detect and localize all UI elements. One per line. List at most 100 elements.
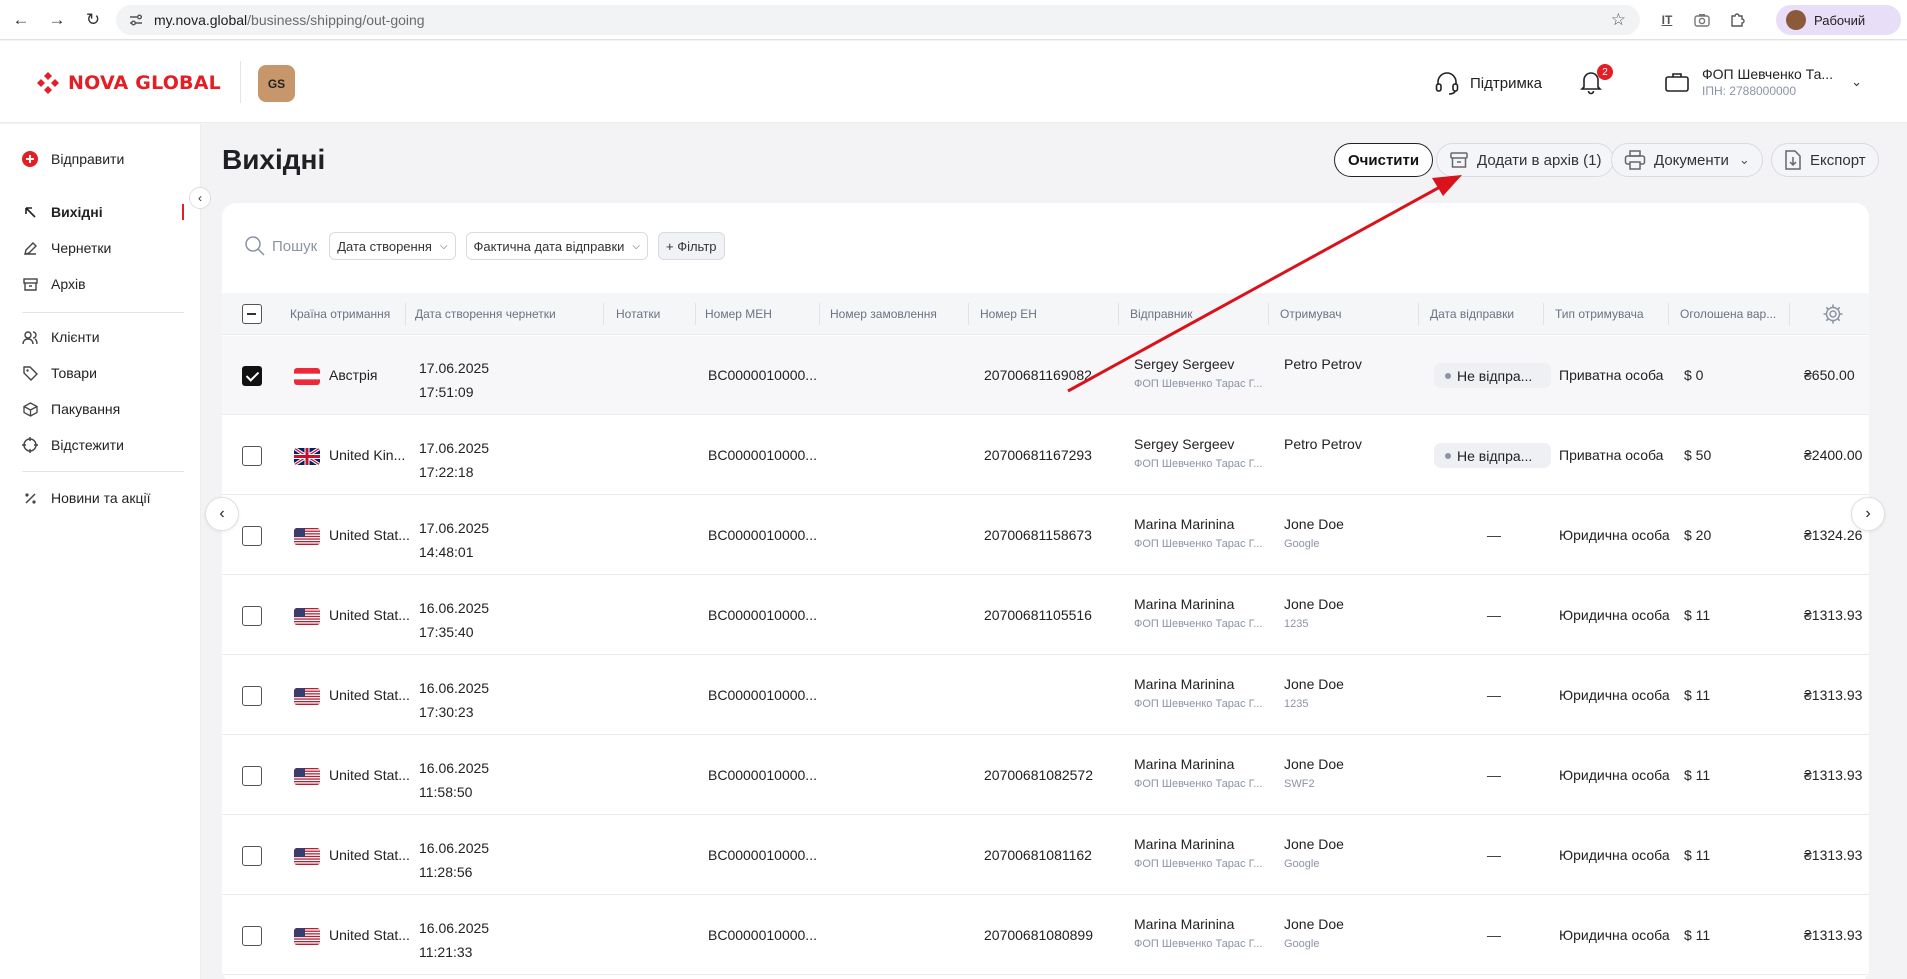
row-checkbox[interactable] [242, 366, 262, 386]
sender-company: ФОП Шевченко Тарас Г... [1134, 858, 1263, 870]
site-settings-icon[interactable] [128, 12, 144, 28]
en-number-cell[interactable]: 20700681105516 [984, 607, 1092, 623]
filter-bar: Пошук Дата створення ⌵ Фактична дата відп… [244, 231, 735, 261]
sidebar-item-track[interactable]: Відстежити [22, 433, 124, 457]
sidebar-item-clients[interactable]: Клієнти [22, 325, 100, 349]
table-row[interactable]: United Kin... 17.06.2025 17:22:18 BC0000010… [222, 416, 1869, 495]
us-flag-icon [294, 608, 320, 625]
recipient-name: Jone Doe [1284, 756, 1344, 772]
sidebar-item-news[interactable]: Новини та акції [22, 486, 150, 510]
add-to-archive-button[interactable]: Додати в архів (1) [1436, 143, 1615, 177]
profile-avatar [1786, 10, 1806, 30]
sidebar-item-products[interactable]: Товари [22, 361, 97, 385]
column-sender[interactable]: Відправник [1130, 293, 1192, 335]
camera-extension-icon[interactable] [1690, 8, 1714, 32]
sidebar-item-drafts[interactable]: Чернетки [22, 236, 111, 260]
created-date-filter[interactable]: Дата створення ⌵ [329, 232, 456, 260]
profile-label: Рабочий [1814, 12, 1866, 28]
recipient-type-cell: Юридична особа [1559, 847, 1670, 863]
us-flag-icon [294, 688, 320, 705]
date-value: 16.06.2025 [419, 840, 490, 856]
column-notes[interactable]: Нотатки [616, 293, 660, 335]
sidebar-item-label: Пакування [51, 401, 121, 417]
en-number-cell[interactable]: 20700681169082 [984, 367, 1092, 383]
column-recipient[interactable]: Отримувач [1280, 293, 1342, 335]
add-filter-button[interactable]: + Фільтр [658, 232, 725, 260]
column-men-number[interactable]: Номер МЕН [705, 293, 772, 335]
nova-global-logo[interactable]: NOVA GLOBAL [36, 71, 221, 95]
sidebar-item-send[interactable]: Відправити [22, 147, 124, 171]
export-button[interactable]: Експорт [1771, 143, 1879, 177]
profile-button[interactable]: Рабочий [1776, 5, 1901, 35]
table-row[interactable]: United Stat... 16.06.2025 11:58:50 BC000001… [222, 736, 1869, 815]
amount-cell: ₴1313.93 [1804, 847, 1863, 863]
row-checkbox[interactable] [242, 846, 262, 866]
gear-icon[interactable] [1822, 303, 1844, 325]
column-en-number[interactable]: Номер ЕН [980, 293, 1037, 335]
table-row[interactable]: United Stat... 16.06.2025 17:30:23 BC000001… [222, 656, 1869, 735]
bookmark-star-icon[interactable]: ☆ [1611, 10, 1626, 30]
collapse-sidebar-button[interactable]: ‹ [189, 187, 211, 209]
column-declared-value[interactable]: Оголошена вар... [1680, 293, 1776, 335]
sidebar-item-outgoing[interactable]: Вихідні [22, 200, 103, 224]
row-checkbox[interactable] [242, 926, 262, 946]
ship-date-cell: — [1487, 527, 1501, 543]
ship-date-cell: — [1487, 927, 1501, 943]
recipient-type-cell: Приватна особа [1559, 367, 1664, 383]
scroll-right-button[interactable]: › [1851, 497, 1885, 531]
sidebar-item-archive[interactable]: Архів [22, 272, 86, 296]
table-row[interactable]: United Stat... 16.06.2025 17:35:40 BC000001… [222, 576, 1869, 655]
support-link[interactable]: Підтримка [1434, 71, 1542, 95]
column-recipient-type[interactable]: Тип отримувача [1555, 293, 1644, 335]
sender-company: ФОП Шевченко Тарас Г... [1134, 378, 1263, 390]
en-number-cell[interactable]: 20700681081162 [984, 847, 1092, 863]
uk-flag-icon [294, 448, 320, 465]
row-checkbox[interactable] [242, 526, 262, 546]
scroll-left-button[interactable]: ‹ [205, 497, 239, 531]
extensions-puzzle-icon[interactable] [1725, 8, 1749, 32]
table-row[interactable]: Австрія 17.06.2025 17:51:09 BC0000010000...… [222, 336, 1869, 415]
date-value: 17.06.2025 [419, 440, 490, 456]
clear-button[interactable]: Очистити [1334, 143, 1434, 177]
forward-icon[interactable]: → [42, 5, 72, 35]
table-row[interactable]: United Stat... 17.06.2025 14:48:01 BC000001… [222, 496, 1869, 575]
account-switcher[interactable]: ФОП Шевченко Та... ІПН: 2788000000 ⌄ [1664, 66, 1862, 98]
column-ship-date[interactable]: Дата відправки [1430, 293, 1514, 335]
documents-button[interactable]: Документи ⌄ [1611, 143, 1763, 177]
sender-company: ФОП Шевченко Тарас Г... [1134, 458, 1263, 470]
country-cell: United Kin... [329, 447, 406, 463]
en-number-cell[interactable]: 20700681167293 [984, 447, 1092, 463]
column-draft-date[interactable]: Дата створення чернетки [415, 293, 556, 335]
amount-cell: ₴1313.93 [1804, 607, 1863, 623]
row-checkbox[interactable] [242, 686, 262, 706]
back-icon[interactable]: ← [6, 5, 36, 35]
column-order-number[interactable]: Номер замовлення [830, 293, 937, 335]
actual-ship-date-filter[interactable]: Фактична дата відправки ⌵ [465, 232, 648, 260]
men-number-cell: BC0000010000... [708, 527, 817, 543]
en-number-cell[interactable]: 20700681080899 [984, 927, 1093, 943]
table-row[interactable]: United Stat... 16.06.2025 11:21:33 BC000001… [222, 896, 1869, 975]
column-country[interactable]: Країна отримання [290, 293, 390, 335]
row-checkbox[interactable] [242, 766, 262, 786]
declared-value-cell: $ 11 [1684, 767, 1711, 783]
row-checkbox[interactable] [242, 606, 262, 626]
recipient-cell: Jone Doe Google [1284, 916, 1344, 950]
country-cell: United Stat... [329, 687, 410, 703]
sidebar-item-label: Архів [51, 276, 86, 292]
men-number-cell: BC0000010000... [708, 847, 817, 863]
row-checkbox[interactable] [242, 446, 262, 466]
search-field[interactable]: Пошук [244, 235, 317, 257]
recipient-type-cell: Юридична особа [1559, 927, 1670, 943]
en-number-cell[interactable]: 20700681082572 [984, 767, 1093, 783]
sidebar-item-packaging[interactable]: Пакування [22, 397, 120, 421]
company-badge[interactable]: GS [258, 65, 295, 102]
app-header: NOVA GLOBAL GS Підтримка 2 ФОП Шевченко … [0, 41, 1907, 123]
reload-icon[interactable]: ↻ [78, 5, 108, 35]
translate-extension-icon[interactable]: IT [1655, 8, 1679, 32]
table-row[interactable]: United Stat... 16.06.2025 11:28:56 BC000001… [222, 816, 1869, 895]
sender-cell: Marina Marinina ФОП Шевченко Тарас Г... [1134, 756, 1262, 790]
address-bar[interactable]: my.nova.global/business/shipping/out-goi… [116, 5, 1640, 35]
select-all-checkbox[interactable] [242, 304, 262, 324]
sender-name: Marina Marinina [1134, 836, 1235, 852]
en-number-cell[interactable]: 20700681158673 [984, 527, 1092, 543]
